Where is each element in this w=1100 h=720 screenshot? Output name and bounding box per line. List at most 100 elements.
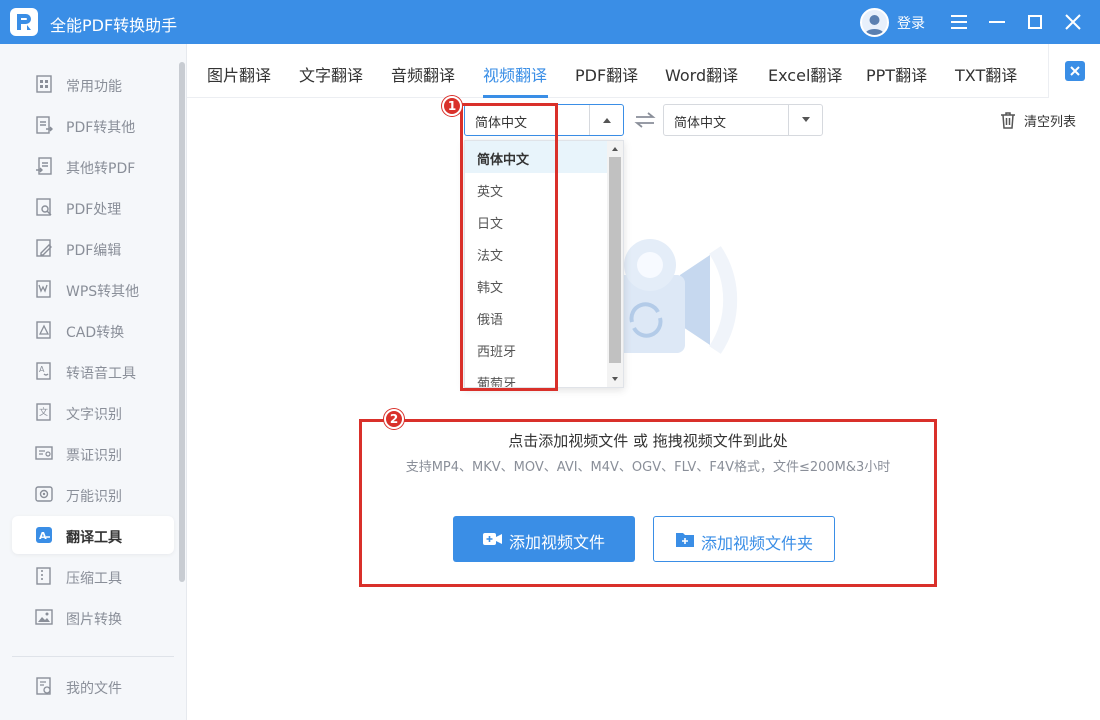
close-panel-button[interactable]: [1048, 44, 1100, 98]
grid-icon: [36, 75, 52, 93]
sidebar-item-label: 我的文件: [66, 681, 122, 697]
sidebar-item-label: WPS转其他: [66, 284, 140, 300]
active-tab-indicator: [483, 95, 548, 98]
sidebar-item-translate[interactable]: A 翻译工具: [12, 516, 174, 554]
sidebar-item-compress[interactable]: 压缩工具: [12, 557, 174, 595]
pdf-process-icon: [36, 198, 52, 216]
svg-text:文: 文: [39, 406, 48, 418]
title-bar: 全能PDF转换助手 登录: [0, 0, 1100, 44]
sidebar-item-my-files[interactable]: 我的文件: [12, 667, 174, 705]
pdf-edit-icon: [36, 239, 52, 257]
dropdown-scroll-thumb[interactable]: [609, 157, 621, 363]
sidebar-item-speech[interactable]: A 转语音工具: [12, 352, 174, 390]
image-icon: [35, 609, 53, 625]
sidebar-scrollbar[interactable]: [179, 62, 185, 582]
dropdown-scrollbar[interactable]: [607, 141, 623, 387]
sidebar-item-pdf-import[interactable]: 其他转PDF: [12, 147, 174, 185]
sidebar-item-image[interactable]: 图片转换: [12, 598, 174, 636]
add-video-folder-button[interactable]: 添加视频文件夹: [653, 516, 835, 562]
recognize-icon: [35, 486, 53, 502]
scroll-up-icon[interactable]: [610, 144, 620, 154]
language-dropdown-list: 简体中文 英文 日文 法文 韩文 俄语 西班牙 葡萄牙: [464, 140, 624, 388]
swap-language-icon[interactable]: [634, 110, 656, 130]
add-video-file-button[interactable]: 添加视频文件: [453, 516, 635, 562]
sidebar-item-recognize[interactable]: 万能识别: [12, 475, 174, 513]
scroll-down-icon[interactable]: [610, 374, 620, 384]
login-link[interactable]: 登录: [897, 13, 925, 33]
user-avatar-icon[interactable]: [860, 8, 889, 37]
sidebar-item-label: 文字识别: [66, 407, 122, 423]
menu-icon[interactable]: [947, 10, 971, 34]
dropdown-option-russian[interactable]: 俄语: [465, 301, 609, 333]
sidebar-item-label: 其他转PDF: [66, 161, 136, 177]
clear-list-label: 清空列表: [1024, 115, 1077, 130]
pdf-export-icon: [36, 116, 53, 134]
add-video-file-label: 添加视频文件: [509, 533, 606, 552]
chevron-down-icon: [788, 105, 822, 135]
sidebar-item-label: 万能识别: [66, 489, 122, 505]
target-language-value: 简体中文: [674, 116, 727, 131]
speech-icon: A: [36, 362, 51, 380]
tab-text-translate[interactable]: 文字翻译: [299, 62, 363, 86]
sidebar-item-label: 票证识别: [66, 448, 122, 464]
sidebar-divider: [12, 656, 174, 657]
sidebar-item-label: 转语音工具: [66, 366, 136, 382]
sidebar-item-ticket[interactable]: 票证识别: [12, 434, 174, 472]
dropzone-main-text[interactable]: 点击添加视频文件 或 拖拽视频文件到此处: [360, 430, 936, 451]
dropdown-option-simplified-chinese[interactable]: 简体中文: [465, 141, 609, 173]
sidebar-item-ocr[interactable]: 文 文字识别: [12, 393, 174, 431]
my-files-icon: [36, 677, 51, 695]
tab-excel-translate[interactable]: Excel翻译: [768, 62, 842, 86]
tab-word-translate[interactable]: Word翻译: [665, 62, 738, 86]
sidebar-item-wps[interactable]: WPS转其他: [12, 270, 174, 308]
dropdown-option-english[interactable]: 英文: [465, 173, 609, 205]
tab-audio-translate[interactable]: 音频翻译: [391, 62, 455, 86]
sidebar-item-label: PDF处理: [66, 202, 122, 218]
annotation-badge-1: 1: [442, 96, 462, 116]
translate-icon: A: [36, 527, 52, 543]
dropdown-option-spanish[interactable]: 西班牙: [465, 333, 609, 365]
sidebar-item-common[interactable]: 常用功能: [12, 65, 174, 103]
sidebar-item-cad[interactable]: CAD转换: [12, 311, 174, 349]
folder-add-icon: [676, 533, 694, 547]
trash-icon: [1001, 112, 1015, 129]
svg-text:A: A: [39, 531, 47, 542]
sidebar-item-label: 图片转换: [66, 612, 122, 628]
source-language-select[interactable]: 简体中文: [464, 104, 624, 136]
sidebar-item-pdf-process[interactable]: PDF处理: [12, 188, 174, 226]
svg-text:A: A: [39, 365, 45, 374]
close-icon: [1065, 61, 1085, 81]
dropdown-option-french[interactable]: 法文: [465, 237, 609, 269]
maximize-icon[interactable]: [1023, 10, 1047, 34]
tab-video-translate[interactable]: 视频翻译: [483, 62, 547, 86]
close-window-icon[interactable]: [1061, 10, 1085, 34]
app-logo-icon: [10, 8, 38, 36]
tab-txt-translate[interactable]: TXT翻译: [955, 62, 1017, 86]
dropdown-option-portuguese[interactable]: 葡萄牙: [465, 365, 609, 387]
dropzone-format-hint: 支持MP4、MKV、MOV、AVI、M4V、OGV、FLV、F4V格式，文件≤2…: [405, 460, 891, 475]
add-video-folder-label: 添加视频文件夹: [701, 534, 814, 553]
video-add-icon: [483, 533, 502, 545]
dropdown-option-japanese[interactable]: 日文: [465, 205, 609, 237]
source-language-value: 简体中文: [475, 116, 528, 131]
tab-image-translate[interactable]: 图片翻译: [207, 62, 271, 86]
compress-icon: [36, 567, 51, 585]
sidebar-item-pdf-edit[interactable]: PDF编辑: [12, 229, 174, 267]
sidebar-item-pdf-export[interactable]: PDF转其他: [12, 106, 174, 144]
sidebar-item-label: 常用功能: [66, 79, 122, 95]
target-language-select[interactable]: 简体中文: [663, 104, 823, 136]
sidebar-item-label: 压缩工具: [66, 571, 122, 587]
sidebar-item-label: PDF编辑: [66, 243, 122, 259]
tab-ppt-translate[interactable]: PPT翻译: [866, 62, 927, 86]
ticket-icon: [35, 446, 53, 460]
sidebar-item-label: PDF转其他: [66, 120, 136, 136]
ocr-icon: 文: [36, 403, 51, 421]
tab-pdf-translate[interactable]: PDF翻译: [575, 62, 638, 86]
wps-icon: [36, 280, 51, 298]
sidebar-item-label: CAD转换: [66, 325, 125, 341]
minimize-icon[interactable]: [985, 10, 1009, 34]
dropdown-option-korean[interactable]: 韩文: [465, 269, 609, 301]
chevron-up-icon: [589, 105, 623, 135]
sidebar-item-label: 翻译工具: [66, 530, 122, 546]
annotation-badge-2: 2: [384, 409, 404, 429]
